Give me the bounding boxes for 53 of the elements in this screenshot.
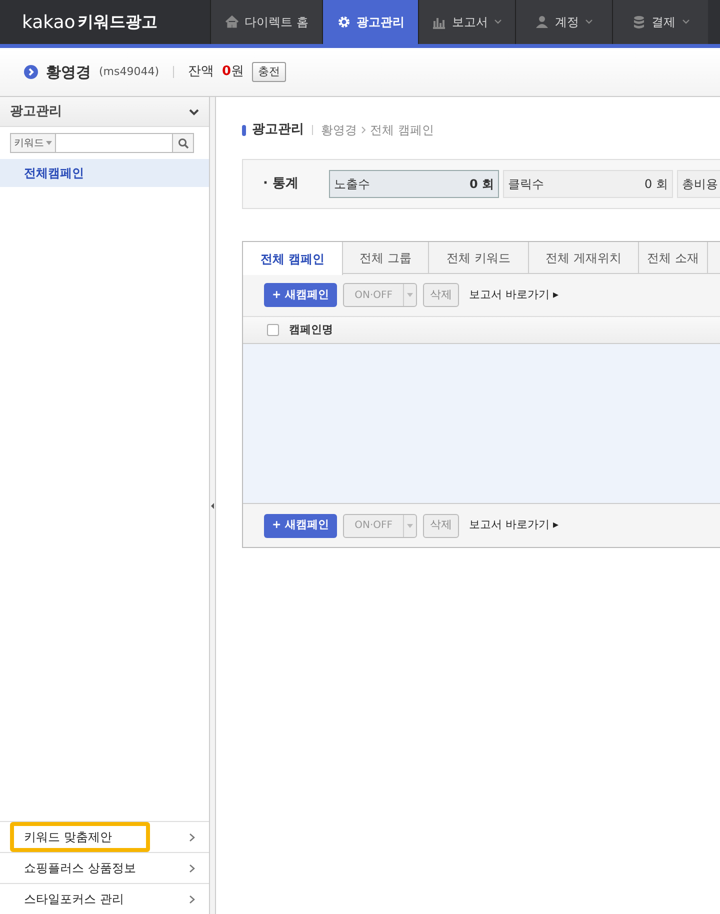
stat-label: 총비용 [682, 176, 718, 193]
chevron-circle-icon [24, 65, 38, 79]
database-icon [632, 15, 646, 29]
balance-label: 잔액 [188, 63, 214, 82]
report-link[interactable]: 보고서 바로가기 ▸ [469, 286, 559, 304]
nav-tab[interactable]: 다이렉트 홈 [210, 0, 322, 44]
home-icon [224, 15, 239, 29]
charge-button[interactable]: 충전 [252, 62, 286, 82]
stats-label: · 통계 [263, 175, 300, 194]
stat-card[interactable]: 클릭수 0 회 [503, 170, 673, 198]
chevron-right-icon [189, 864, 195, 872]
nav-tab[interactable]: 보고서 [418, 0, 515, 44]
breadcrumb-section: 광고관리 [252, 120, 304, 140]
nav-tab[interactable]: 광고관리 [322, 0, 418, 44]
column-header: 캠페인명 [289, 322, 333, 338]
new-campaign-button[interactable]: + 새캠페인 [264, 514, 338, 538]
bar-chart-icon [432, 15, 446, 29]
tab[interactable]: 전체 캠페인 [243, 242, 343, 275]
breadcrumb-item[interactable]: 전체 캠페인 [370, 121, 434, 139]
chevron-right-icon [361, 126, 366, 134]
person-icon [535, 15, 549, 29]
chevron-down-icon[interactable] [189, 108, 199, 116]
stat-label: 노출수 [334, 176, 370, 193]
caret-down-icon [407, 293, 414, 297]
tree-item[interactable]: 전체캠페인 [0, 159, 209, 187]
breadcrumb-item[interactable]: 황영경 [321, 121, 357, 139]
logo[interactable]: kakao 키워드광고 [0, 0, 210, 44]
nav-tab[interactable]: 결제 [612, 0, 708, 44]
caret-down-icon [46, 141, 52, 145]
stat-card[interactable]: 총비용 [677, 170, 720, 198]
stat-label: 클릭수 [508, 176, 544, 193]
gear-icon [336, 15, 350, 29]
sidebar-menu-item[interactable]: 키워드 맞춤제안 [10, 822, 150, 852]
chevron-right-icon [189, 894, 195, 904]
sidebar-menu-item[interactable]: 쇼핑플러스 상품정보 [10, 853, 150, 883]
filter-dropdown[interactable]: 키워드 [10, 133, 56, 153]
select-all-checkbox[interactable] [267, 324, 279, 336]
search-field[interactable] [56, 133, 172, 153]
sidebar-title: 광고관리 [10, 102, 62, 121]
report-link[interactable]: 보고서 바로가기 ▸ [469, 517, 559, 534]
search-button[interactable] [172, 133, 194, 153]
sidebar-menu-item[interactable]: 스타일포커스 관리 [10, 884, 150, 914]
nav-tab[interactable]: 계정 [515, 0, 612, 44]
new-campaign-button[interactable]: + 새캠페인 [264, 283, 338, 307]
balance-value: 0원 [222, 63, 244, 82]
account-name: 황영경 [46, 62, 91, 83]
chevron-right-icon [189, 832, 195, 842]
stat-value: 0 회 [469, 176, 494, 193]
account-id: (ms49044) [99, 64, 160, 80]
stat-value: 0 회 [644, 176, 668, 193]
search-icon [178, 138, 188, 148]
caret-down-icon [407, 524, 414, 528]
stat-card[interactable]: 노출수 0 회 [329, 170, 499, 198]
